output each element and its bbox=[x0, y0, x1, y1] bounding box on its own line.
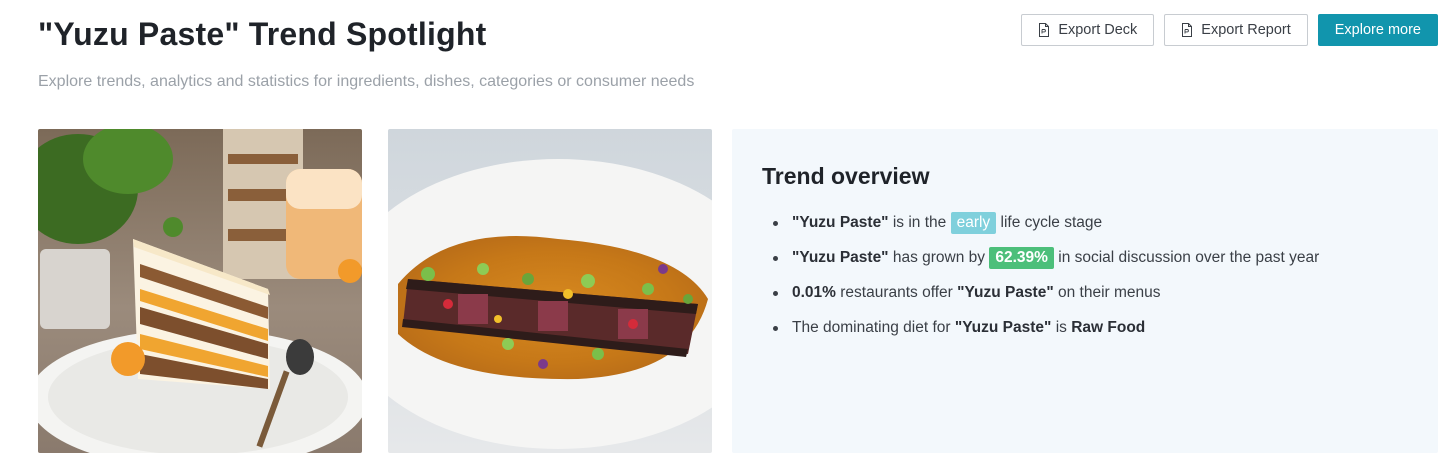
page-subtitle: Explore trends, analytics and statistics… bbox=[38, 73, 695, 90]
document-icon bbox=[1181, 23, 1193, 37]
seared-tuna-dish-photo bbox=[388, 129, 712, 453]
list-text: on their menus bbox=[1053, 284, 1161, 301]
list-item: "Yuzu Paste" is in the early life cycle … bbox=[762, 211, 1408, 235]
ingredient-name: "Yuzu Paste" bbox=[792, 214, 889, 231]
growth-badge: 62.39% bbox=[989, 247, 1054, 269]
list-item: "Yuzu Paste" has grown by 62.39% in soci… bbox=[762, 246, 1408, 270]
cake-photo bbox=[38, 129, 362, 453]
page-header: "Yuzu Paste" Trend Spotlight Explore tre… bbox=[38, 14, 694, 92]
trend-overview-panel: Trend overview "Yuzu Paste" is in the ea… bbox=[732, 129, 1438, 453]
export-deck-label: Export Deck bbox=[1058, 22, 1138, 38]
list-item: The dominating diet for "Yuzu Paste" is … bbox=[762, 316, 1408, 340]
life-cycle-badge: early bbox=[950, 212, 997, 234]
explore-more-button[interactable]: Explore more bbox=[1317, 14, 1438, 46]
ingredient-name: "Yuzu Paste" bbox=[957, 284, 1054, 301]
list-text: is in the bbox=[888, 214, 951, 231]
list-text: in social discussion over the past year bbox=[1053, 249, 1320, 266]
trend-overview-list: "Yuzu Paste" is in the early life cycle … bbox=[762, 211, 1408, 340]
list-item: 0.01% restaurants offer "Yuzu Paste" on … bbox=[762, 281, 1408, 305]
list-text: is bbox=[1051, 319, 1072, 336]
header-actions: Export Deck Export Report Explore more bbox=[1021, 14, 1438, 46]
list-text: has grown by bbox=[888, 249, 990, 266]
restaurant-percentage: 0.01% bbox=[792, 284, 836, 301]
document-icon bbox=[1038, 23, 1050, 37]
ingredient-name: "Yuzu Paste" bbox=[792, 249, 889, 266]
export-report-button[interactable]: Export Report bbox=[1164, 14, 1308, 46]
diet-name: Raw Food bbox=[1071, 319, 1146, 336]
explore-more-label: Explore more bbox=[1334, 22, 1421, 38]
export-deck-button[interactable]: Export Deck bbox=[1021, 14, 1155, 46]
export-report-label: Export Report bbox=[1201, 22, 1291, 38]
list-text: life cycle stage bbox=[996, 214, 1103, 231]
ingredient-name: "Yuzu Paste" bbox=[954, 319, 1052, 336]
list-text: restaurants offer bbox=[835, 284, 958, 301]
page-title: "Yuzu Paste" Trend Spotlight bbox=[38, 16, 487, 52]
trend-overview-title: Trend overview bbox=[762, 163, 930, 189]
list-text: The dominating diet for bbox=[792, 319, 955, 336]
